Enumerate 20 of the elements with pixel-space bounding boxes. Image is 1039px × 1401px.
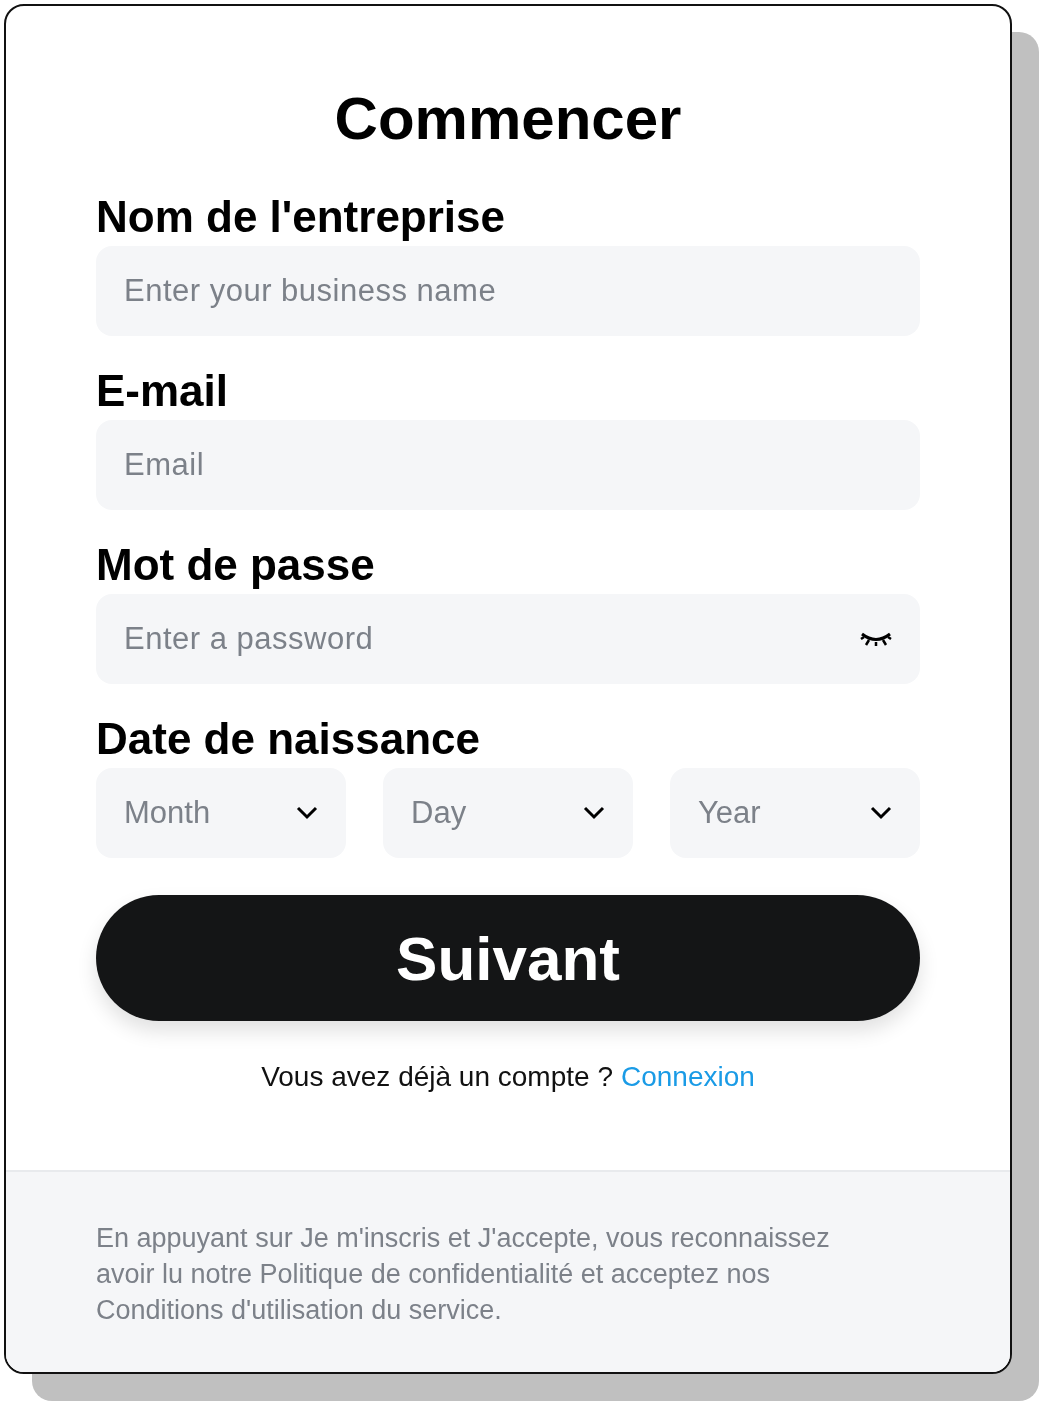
date-select[interactable]: Day — [383, 768, 633, 858]
form-title: Commencer — [333, 84, 683, 154]
date-select[interactable]: Month — [96, 768, 346, 858]
field-label: E-mail — [96, 366, 229, 416]
field-label: Mot de passe — [96, 540, 375, 590]
text-field[interactable]: Enter your business name — [96, 246, 920, 336]
next-button[interactable]: Suivant — [96, 895, 920, 1021]
field-label: Date de naissance — [96, 714, 480, 764]
login-prompt: Vous avez déjà un compte ? — [261, 1061, 613, 1093]
chevron-down-icon — [296, 806, 318, 820]
chevron-down-icon — [870, 806, 892, 820]
date-select[interactable]: Year — [670, 768, 920, 858]
closed-eye-icon — [860, 631, 892, 647]
text-field[interactable]: Email — [96, 420, 920, 510]
password-field[interactable]: Enter a password — [96, 594, 920, 684]
login-link[interactable]: Connexion — [620, 1061, 755, 1093]
chevron-down-icon — [583, 806, 605, 820]
field-label: Nom de l'entreprise — [96, 192, 506, 242]
terms-text: En appuyant sur Je m'inscris et J'accepte, vous reconnaissez avoir lu notre Politique de confidentialité et acceptez nos Conditions d'utilisation du service. — [96, 1222, 831, 1327]
show-password-button[interactable] — [860, 631, 892, 647]
